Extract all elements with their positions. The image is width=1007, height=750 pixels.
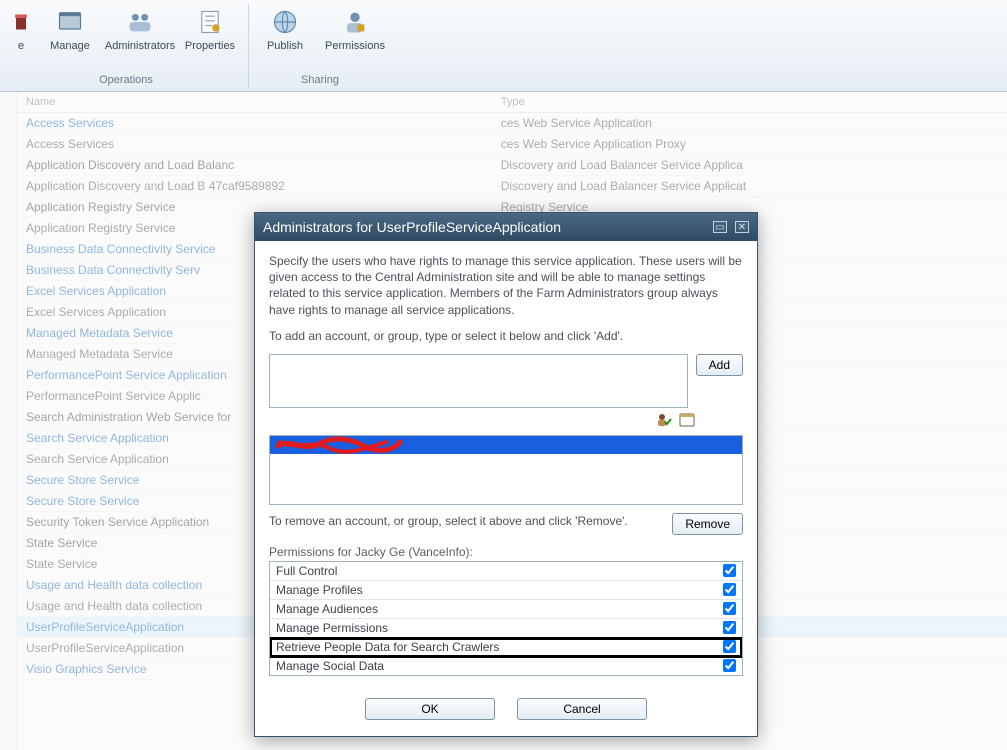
service-link[interactable]: Search Service Application [26, 431, 169, 445]
service-text: Search Administration Web Service for [26, 410, 231, 424]
leftnav-stub [0, 92, 18, 750]
cell-type: ces Web Service Application Proxy [493, 134, 1007, 155]
service-text: Application Discovery and Load Balanc [26, 158, 234, 172]
service-text: PerformancePoint Service Applic [26, 389, 201, 403]
dialog-intro: Specify the users who have rights to man… [269, 253, 743, 318]
dialog-add-prompt: To add an account, or group, type or sel… [269, 328, 743, 344]
service-link[interactable]: PerformancePoint Service Application [26, 368, 227, 382]
check-names-icon[interactable] [656, 412, 672, 431]
permission-row: Manage Audiences [270, 600, 742, 619]
service-link[interactable]: Business Data Connectivity Service [26, 242, 215, 256]
service-link[interactable]: Usage and Health data collection [26, 578, 202, 592]
delete-button[interactable]: e [12, 4, 30, 52]
service-link[interactable]: Visio Graphics Service [26, 662, 147, 676]
browse-icon[interactable] [679, 412, 695, 431]
cell-name: Access Services [18, 113, 493, 134]
service-text: Usage and Health data collection [26, 599, 202, 613]
table-row[interactable]: Application Discovery and Load B 47caf95… [18, 176, 1007, 197]
manage-icon [54, 6, 86, 38]
properties-icon [194, 6, 226, 38]
cell-name: Application Discovery and Load B 47caf95… [18, 176, 493, 197]
ribbon-group-operations: e Manage Administrators Properties [6, 4, 249, 88]
ok-button[interactable]: OK [365, 698, 495, 720]
cell-type: Discovery and Load Balancer Service Appl… [493, 155, 1007, 176]
close-icon[interactable]: ✕ [735, 221, 749, 233]
redacted-member [274, 436, 404, 454]
service-link[interactable]: Managed Metadata Service [26, 326, 173, 340]
permission-label: Full Control [276, 564, 337, 578]
members-listbox[interactable] [269, 435, 743, 505]
dialog-titlebar: Administrators for UserProfileServiceApp… [255, 213, 757, 241]
permission-row: Manage Social Data [270, 657, 742, 675]
properties-button[interactable]: Properties [180, 4, 240, 52]
col-name[interactable]: Name [18, 92, 493, 113]
dialog-remove-prompt: To remove an account, or group, select i… [269, 513, 664, 529]
ribbon: e Manage Administrators Properties [0, 0, 1007, 92]
service-text: Excel Services Application [26, 305, 166, 319]
service-link[interactable]: Access Services [26, 116, 114, 130]
publish-icon [269, 6, 301, 38]
service-link[interactable]: Business Data Connectivity Serv [26, 263, 200, 277]
people-picker-input[interactable] [269, 354, 688, 408]
permissions-icon [339, 6, 371, 38]
cancel-button[interactable]: Cancel [517, 698, 647, 720]
permission-checkbox[interactable] [723, 659, 736, 672]
permission-checkbox[interactable] [723, 621, 736, 634]
cell-type: Discovery and Load Balancer Service Appl… [493, 176, 1007, 197]
cell-name: Application Discovery and Load Balanc [18, 155, 493, 176]
permission-checkbox[interactable] [723, 640, 736, 653]
service-text: Search Service Application [26, 452, 169, 466]
table-row[interactable]: Application Discovery and Load Balanc Dis… [18, 155, 1007, 176]
maximize-icon[interactable]: ▭ [713, 221, 727, 233]
publish-button[interactable]: Publish [255, 4, 315, 52]
permissions-label: Permissions for Jacky Ge (VanceInfo): [269, 545, 743, 559]
permission-label: Manage Profiles [276, 583, 363, 597]
permission-label: Manage Audiences [276, 602, 378, 616]
service-text: UserProfileServiceApplication [26, 641, 184, 655]
permission-checkbox[interactable] [723, 583, 736, 596]
col-type[interactable]: Type [493, 92, 1007, 113]
service-text: Application Registry Service [26, 221, 175, 235]
cell-name: Access Services [18, 134, 493, 155]
service-text: Access Services [26, 137, 114, 151]
service-text: Security Token Service Application [26, 515, 209, 529]
remove-button[interactable]: Remove [672, 513, 743, 535]
permission-row: Retrieve People Data for Search Crawlers [270, 638, 742, 657]
permission-checkbox[interactable] [723, 602, 736, 615]
ribbon-group-sharing: Publish Permissions Sharing [249, 4, 393, 88]
dialog-title: Administrators for UserProfileServiceApp… [263, 219, 561, 235]
ribbon-group-title-sharing: Sharing [301, 74, 339, 88]
permissions-button[interactable]: Permissions [325, 4, 385, 52]
add-button[interactable]: Add [696, 354, 743, 376]
service-text: Managed Metadata Service [26, 347, 173, 361]
permission-checkbox[interactable] [723, 564, 736, 577]
permission-row: Full Control [270, 562, 742, 581]
permission-label: Manage Permissions [276, 621, 388, 635]
service-text: State Service [26, 557, 97, 571]
service-text: Application Discovery and Load B 47caf95… [26, 179, 285, 193]
table-row[interactable]: Access Services ces Web Service Applicati… [18, 134, 1007, 155]
manage-button[interactable]: Manage [40, 4, 100, 52]
delete-icon [5, 6, 37, 38]
service-link[interactable]: Secure Store Service [26, 473, 139, 487]
administrators-button[interactable]: Administrators [110, 4, 170, 52]
permission-label: Manage Social Data [276, 659, 384, 673]
service-link[interactable]: Secure Store Service [26, 494, 139, 508]
service-text: Application Registry Service [26, 200, 175, 214]
service-link[interactable]: UserProfileServiceApplication [26, 620, 184, 634]
service-link[interactable]: Excel Services Application [26, 284, 166, 298]
table-row[interactable]: Access Services ces Web Service Applicati… [18, 113, 1007, 134]
permissions-listbox[interactable]: Full Control Manage Profiles Manage Audien… [269, 561, 743, 676]
cell-type: ces Web Service Application [493, 113, 1007, 134]
service-text: State Service [26, 536, 97, 550]
ribbon-group-title-operations: Operations [99, 74, 153, 88]
permission-row: Manage Profiles [270, 581, 742, 600]
permission-label: Retrieve People Data for Search Crawlers [276, 640, 499, 654]
administrators-dialog: Administrators for UserProfileServiceApp… [254, 212, 758, 737]
permission-row: Manage Permissions [270, 619, 742, 638]
administrators-icon [124, 6, 156, 38]
